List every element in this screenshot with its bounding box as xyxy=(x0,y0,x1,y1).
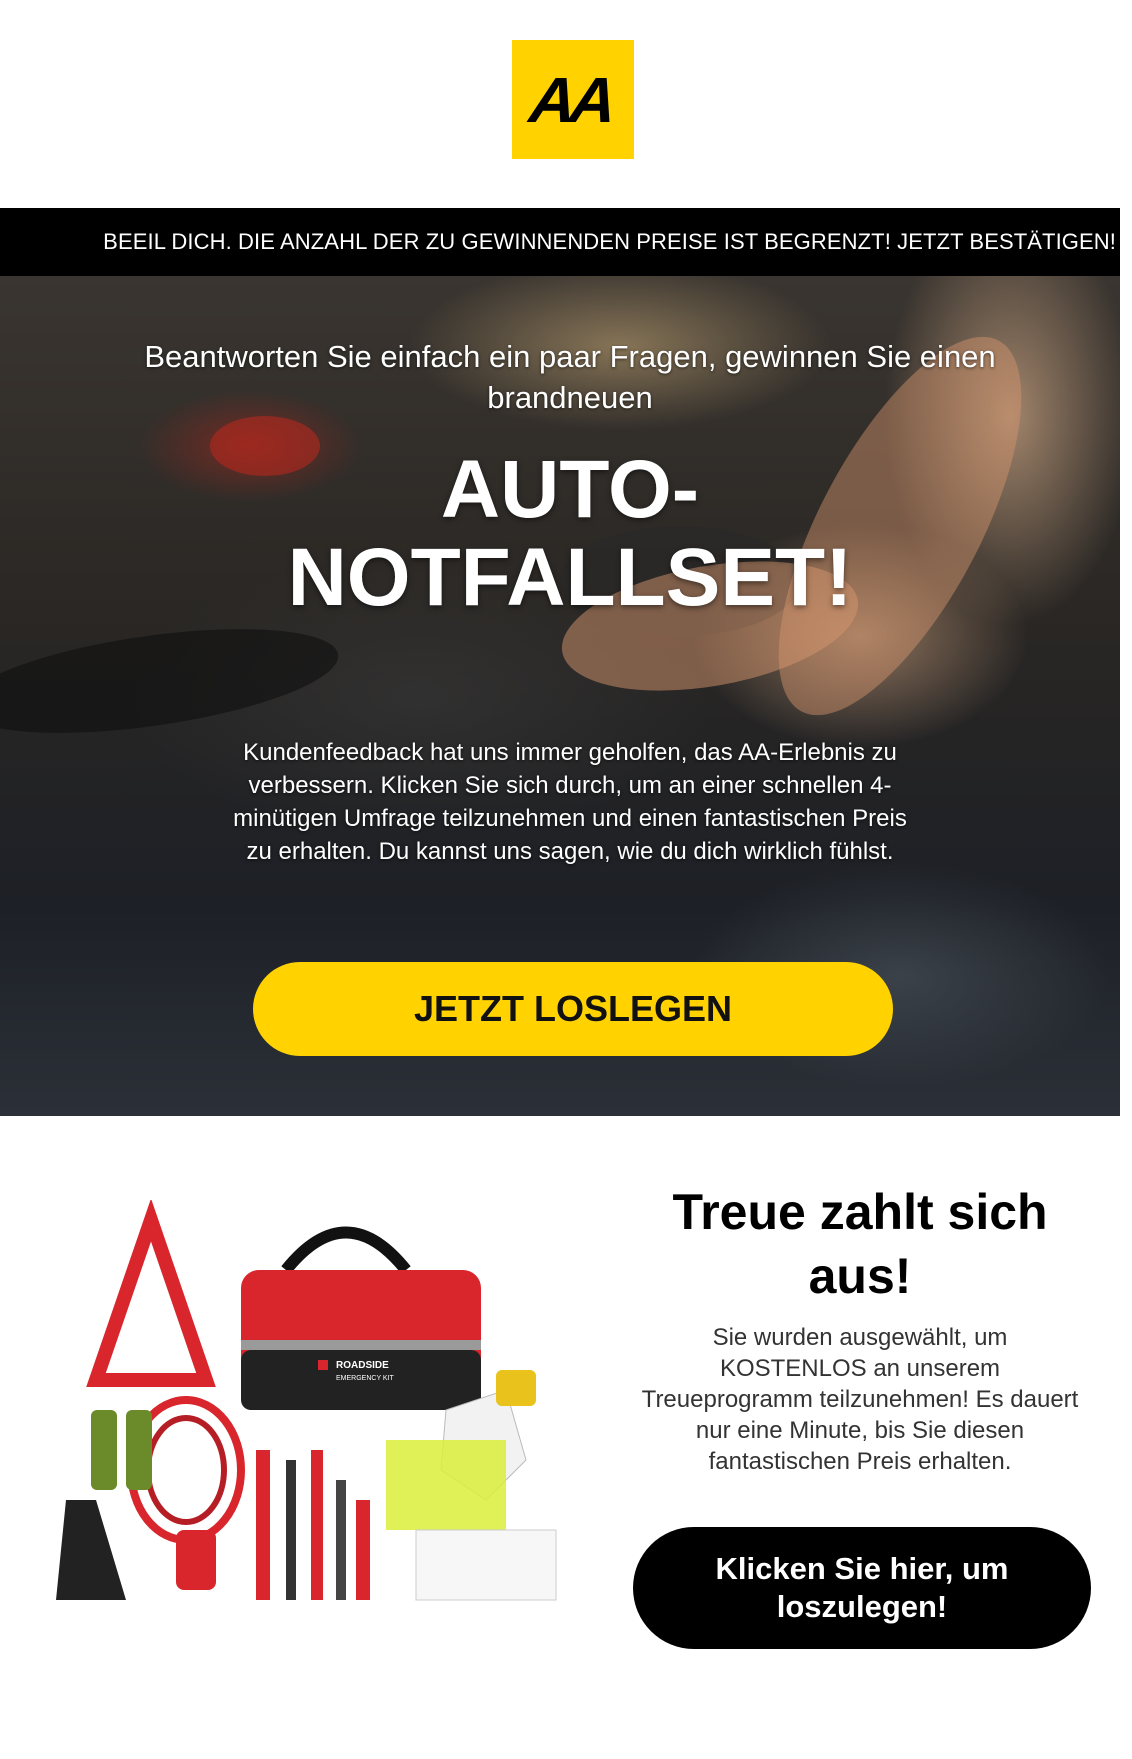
header: AA xyxy=(0,0,1132,208)
promo-body: Sie wurden ausgewählt, um KOSTENLOS an u… xyxy=(641,1324,1079,1475)
emergency-kit-image: ROADSIDE EMERGENCY KIT xyxy=(56,1198,576,1630)
ice-scraper-icon xyxy=(56,1500,126,1600)
click-here-button[interactable]: Klicken Sie hier, um loszulegen! xyxy=(633,1527,1091,1649)
hero-section: Beantworten Sie einfach ein paar Fragen,… xyxy=(0,276,1120,1116)
promo-section: Treue zahlt sich aus! Sie wurden ausgewä… xyxy=(630,1180,1090,1477)
warning-triangle-icon xyxy=(86,1198,216,1387)
hero-title: AUTO-NOTFALLSET! xyxy=(287,444,853,623)
light-stick-icon xyxy=(91,1410,117,1490)
bag-label-line2: EMERGENCY KIT xyxy=(336,1375,395,1382)
hero-content: Beantworten Sie einfach ein paar Fragen,… xyxy=(0,276,1120,1116)
emergency-kit-illustration: ROADSIDE EMERGENCY KIT xyxy=(56,1198,557,1601)
start-now-button[interactable]: JETZT LOSLEGEN xyxy=(253,962,893,1056)
first-aid-items-icon xyxy=(415,1529,557,1601)
urgency-text: BEEIL DICH. DIE ANZAHL DER ZU GEWINNENDE… xyxy=(103,229,1116,254)
tow-strap-icon xyxy=(496,1370,536,1406)
promo-title: Treue zahlt sich aus! xyxy=(672,1184,1048,1304)
safety-vest-icon xyxy=(386,1440,506,1530)
bag-label-line1: ROADSIDE xyxy=(336,1360,389,1371)
hero-body-text: Kundenfeedback hat uns immer geholfen, d… xyxy=(233,739,907,865)
tool-icon xyxy=(256,1450,270,1600)
urgency-banner: BEEIL DICH. DIE ANZAHL DER ZU GEWINNENDE… xyxy=(0,208,1120,276)
hero-subtitle: Beantworten Sie einfach ein paar Fragen,… xyxy=(144,339,996,415)
bag-handle-icon xyxy=(281,1226,411,1274)
flashlight-icon xyxy=(176,1530,216,1590)
logo-text: AA xyxy=(525,63,615,136)
aa-logo[interactable]: AA xyxy=(512,40,634,159)
